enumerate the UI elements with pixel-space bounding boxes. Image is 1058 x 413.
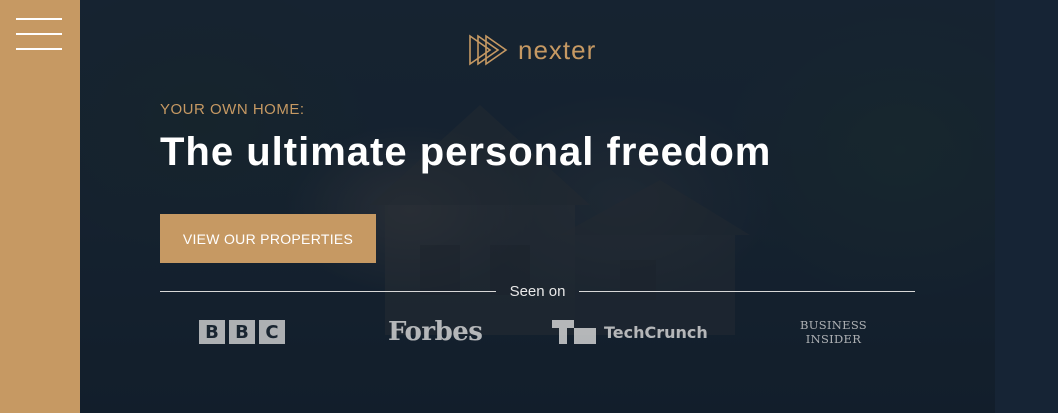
divider-line-right [579,290,916,292]
bbc-letter-c: C [259,320,285,344]
seen-on-label: Seen on [509,282,566,300]
hero-subtitle: YOUR OWN HOME: [160,101,305,118]
brand-logo[interactable]: nexter [468,34,596,66]
techcrunch-wordmark: TechCrunch [604,322,708,342]
hero-header: nexter YOUR OWN HOME: The ultimate perso… [80,0,995,413]
hero-title: The ultimate personal freedom [160,130,772,174]
business-insider-logo: BUSINESS INSIDER [800,314,867,350]
techcrunch-mark-icon [552,320,596,344]
techcrunch-logo: TechCrunch [552,314,708,350]
sidebar [0,0,80,413]
house-background-image [370,105,750,335]
divider-line-left [160,290,496,292]
business-insider-line1: BUSINESS [800,318,867,332]
brand-name: nexter [518,35,597,65]
business-insider-line2: INSIDER [805,332,862,346]
bbc-letter-b2: B [229,320,255,344]
bbc-letter-b1: B [199,320,225,344]
hamburger-menu-icon[interactable] [16,18,64,54]
realtors-panel-edge [995,0,1058,413]
press-logos: BBC Forbes TechCrunch BUSINESS INSIDER [160,314,915,354]
seen-on-divider: Seen on [160,281,916,301]
play-triangles-icon [469,34,508,66]
bbc-logo: BBC [199,314,285,350]
forbes-logo: Forbes [388,317,483,347]
view-properties-button[interactable]: VIEW OUR PROPERTIES [160,214,376,263]
